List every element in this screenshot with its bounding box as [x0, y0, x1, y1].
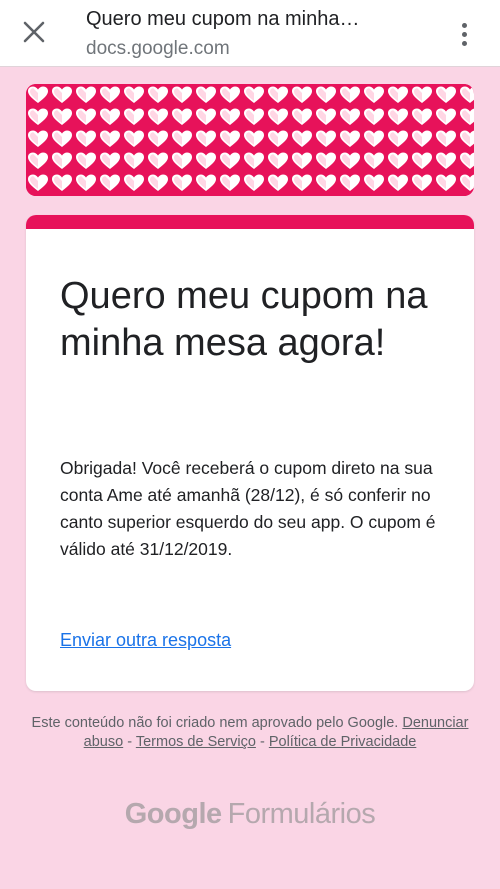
footer-separator: - [259, 734, 265, 750]
submit-another-response-link[interactable]: Enviar outra resposta [60, 630, 231, 651]
header-banner-image [26, 84, 474, 196]
url-display[interactable]: docs.google.com [86, 38, 230, 60]
close-icon [23, 21, 45, 48]
confirmation-card: Quero meu cupom na minha mesa agora! Obr… [26, 215, 474, 691]
footer-separator: - [127, 734, 133, 750]
more-vert-icon [461, 22, 467, 28]
more-vert-icon-dot [461, 40, 467, 46]
footer-disclaimer: Este conteúdo não foi criado nem aprovad… [30, 714, 470, 752]
form-title: Quero meu cupom na minha mesa agora! [60, 275, 428, 364]
terms-of-service-link[interactable]: Termos de Serviço [136, 734, 256, 750]
card-accent-bar [26, 215, 474, 229]
more-options-button[interactable] [448, 14, 480, 54]
close-button[interactable] [14, 14, 54, 54]
google-forms-logo[interactable]: Google Formulários [0, 798, 500, 831]
privacy-policy-link[interactable]: Política de Privacidade [269, 734, 417, 750]
confirmation-message: Obrigada! Você receberá o cupom direto n… [60, 458, 436, 559]
disclaimer-text: Este conteúdo não foi criado nem aprovad… [31, 715, 399, 731]
page-title: Quero meu cupom na minha… [86, 8, 360, 30]
browser-toolbar: Quero meu cupom na minha… docs.google.co… [0, 0, 500, 67]
logo-google-word: Google [124, 798, 222, 830]
logo-product-word: Formulários [227, 798, 376, 830]
more-vert-icon-dot [461, 31, 467, 37]
